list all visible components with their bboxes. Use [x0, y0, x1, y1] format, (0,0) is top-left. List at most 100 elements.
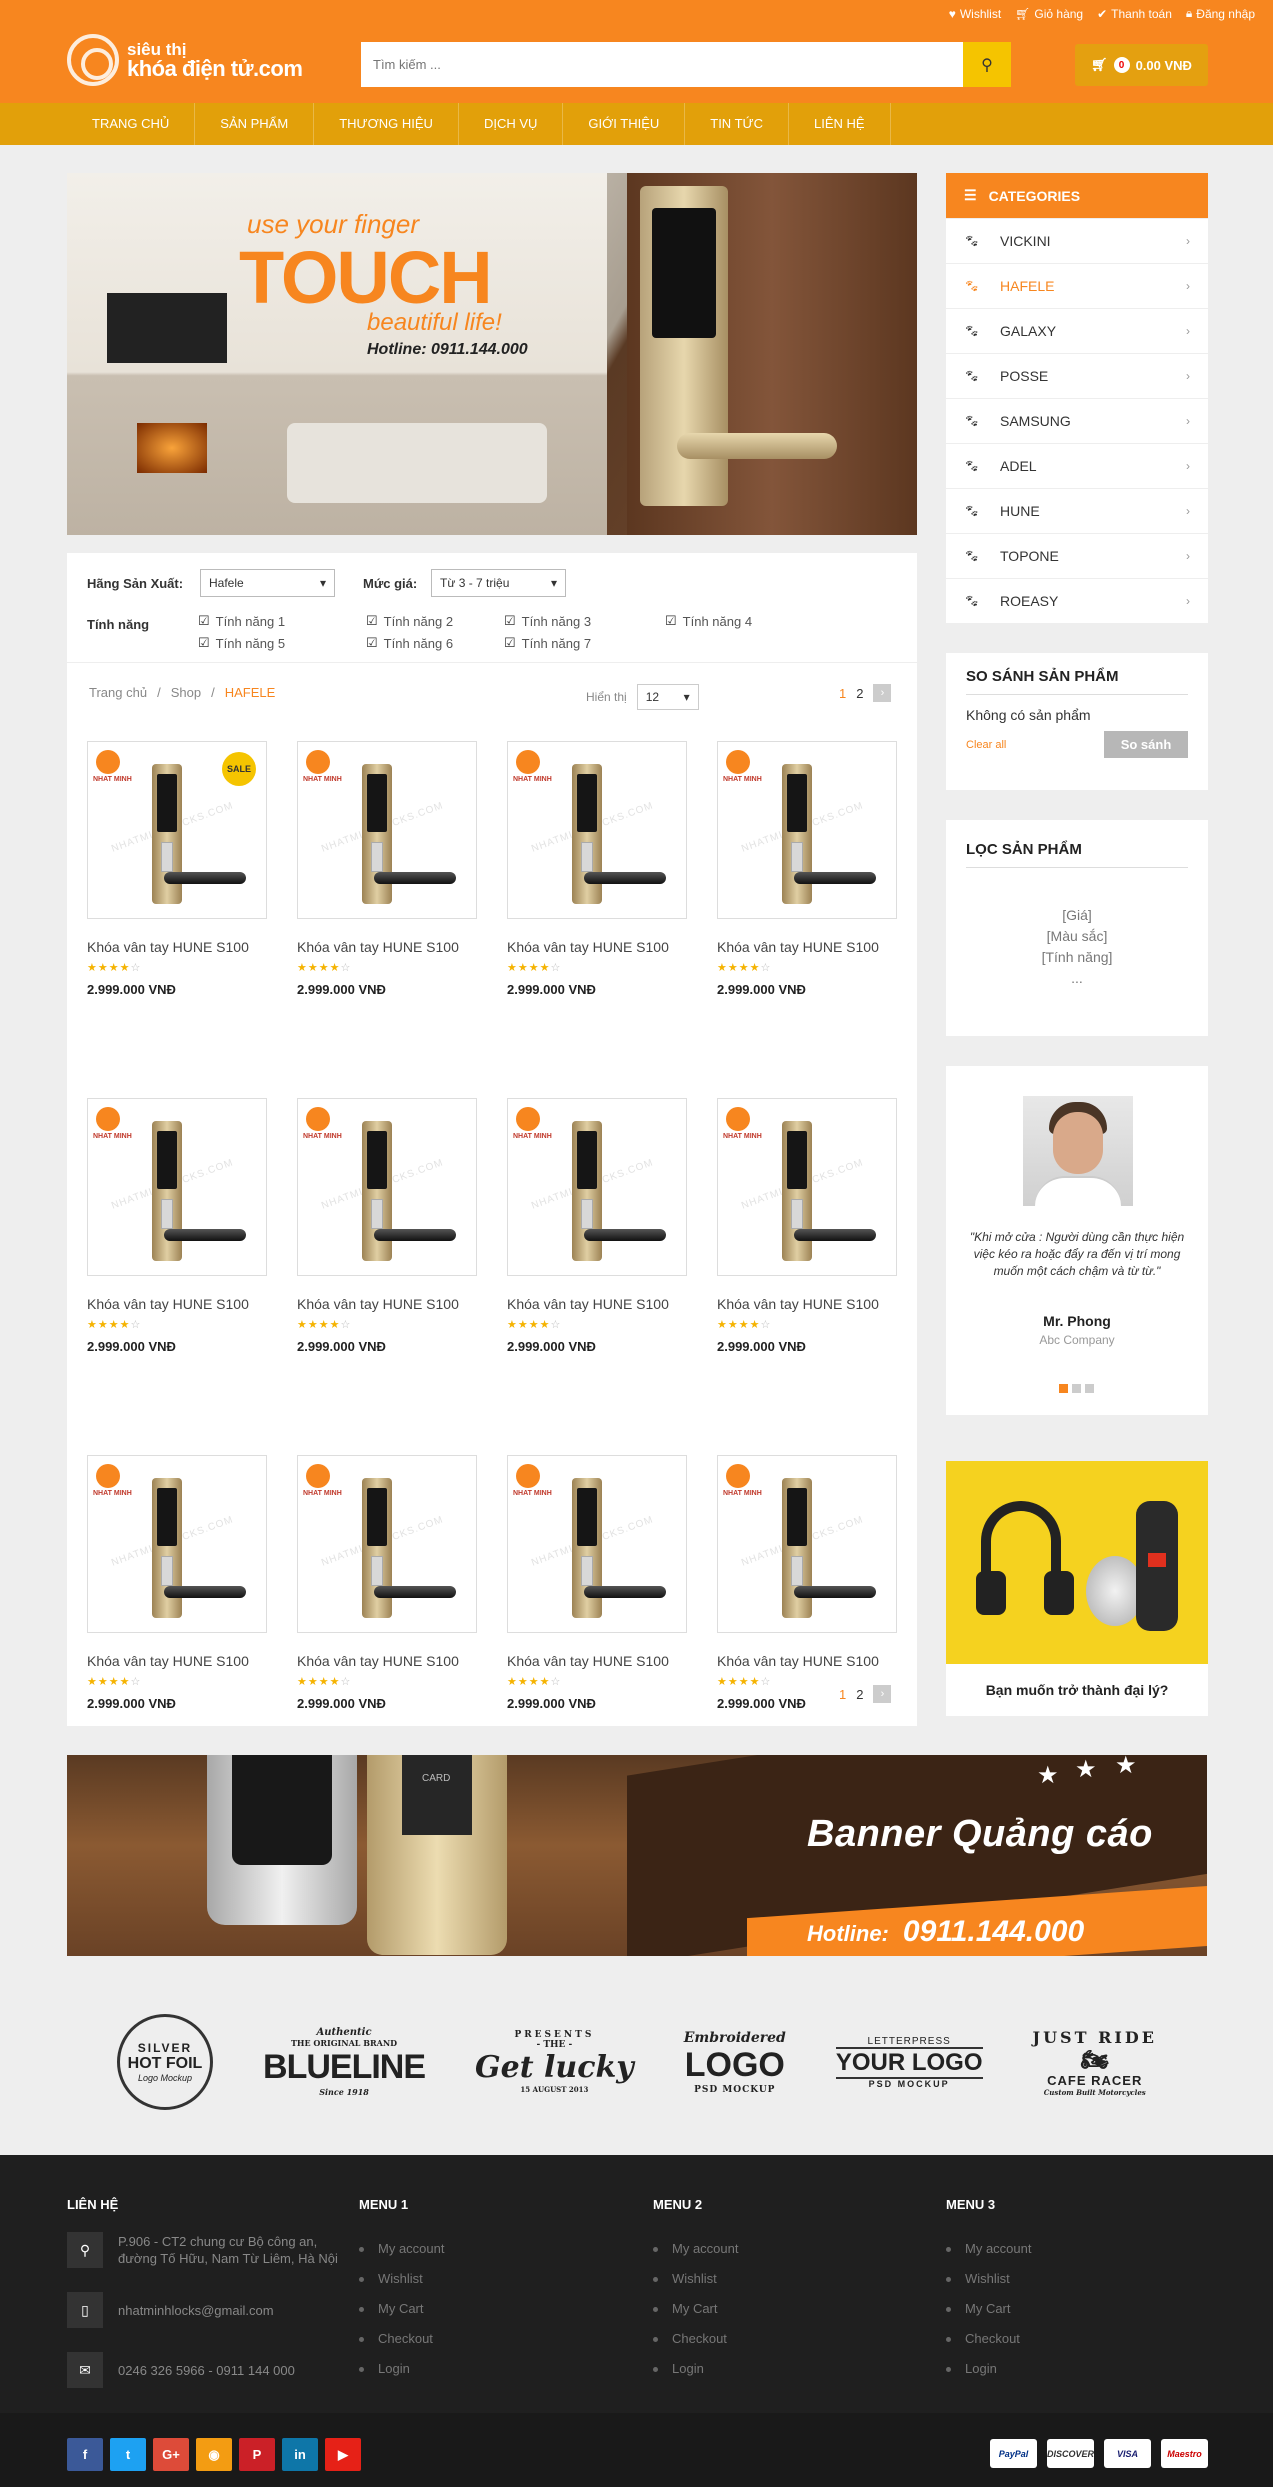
footer-link[interactable]: Checkout [946, 2324, 1031, 2354]
product-name[interactable]: Khóa vân tay HUNE S100 [507, 1296, 687, 1312]
nav-brands[interactable]: THƯƠNG HIỆU [314, 103, 459, 145]
product-name[interactable]: Khóa vân tay HUNE S100 [297, 939, 477, 955]
product-image[interactable]: NHAT MINHNHATMINHLOCKS.COM [87, 1455, 267, 1633]
product-image[interactable]: NHAT MINHNHATMINHLOCKS.COM [297, 1455, 477, 1633]
product-name[interactable]: Khóa vân tay HUNE S100 [717, 1296, 897, 1312]
brand-logo-letterpress[interactable]: LETTERPRESS YOUR LOGO PSD MOCKUP [835, 2036, 983, 2089]
product-image[interactable]: NHAT MINHNHATMINHLOCKS.COM [507, 741, 687, 919]
nav-contact[interactable]: LIÊN HỆ [789, 103, 891, 145]
product-card[interactable]: NHAT MINHNHATMINHLOCKS.COM Khóa vân tay H… [717, 1455, 897, 1711]
product-card[interactable]: NHAT MINHNHATMINHLOCKS.COM Khóa vân tay H… [717, 741, 897, 997]
page-2[interactable]: 2 [856, 686, 863, 701]
feature-checkbox-2[interactable]: ☑ Tính năng 2 [366, 613, 453, 629]
footer-link[interactable]: Login [946, 2354, 1031, 2384]
nav-services[interactable]: DỊCH VỤ [459, 103, 564, 145]
next-page-button[interactable]: › [873, 1685, 892, 1703]
nav-news[interactable]: TIN TỨC [685, 103, 789, 145]
nav-home[interactable]: TRANG CHỦ [67, 103, 196, 145]
product-image[interactable]: NHAT MINHNHATMINHLOCKS.COM [507, 1455, 687, 1633]
footer-link[interactable]: My account [946, 2234, 1031, 2264]
nav-about[interactable]: GIỚI THIỆU [563, 103, 686, 145]
rss-icon[interactable]: ◉ [196, 2438, 232, 2471]
filter-price[interactable]: [Giá] [946, 905, 1208, 926]
product-name[interactable]: Khóa vân tay HUNE S100 [87, 1296, 267, 1312]
product-name[interactable]: Khóa vân tay HUNE S100 [507, 939, 687, 955]
footer-link[interactable]: Login [653, 2354, 738, 2384]
product-name[interactable]: Khóa vân tay HUNE S100 [297, 1653, 477, 1669]
footer-link[interactable]: Checkout [653, 2324, 738, 2354]
feature-checkbox-3[interactable]: ☑ Tính năng 3 [504, 613, 591, 629]
footer-link[interactable]: My Cart [946, 2294, 1031, 2324]
brand-logo-cafe-racer[interactable]: JUST RIDE 🏍︎ CAFE RACER Custom Built Mot… [1033, 2028, 1157, 2097]
category-item[interactable]: 🐾︎ ADEL › [946, 443, 1208, 488]
category-item[interactable]: 🐾︎ ROEASY › [946, 578, 1208, 623]
checkout-link[interactable]: ✔ Thanh toán [1097, 6, 1172, 21]
category-item[interactable]: 🐾︎ POSSE › [946, 353, 1208, 398]
wishlist-link[interactable]: ♥ Wishlist [949, 6, 1001, 21]
carousel-dot[interactable] [1072, 1384, 1081, 1393]
page-1[interactable]: 1 [839, 686, 846, 701]
product-card[interactable]: NHAT MINHNHATMINHLOCKS.COMSALE Khóa vân t… [87, 741, 267, 997]
product-name[interactable]: Khóa vân tay HUNE S100 [507, 1653, 687, 1669]
next-page-button[interactable]: › [873, 684, 892, 702]
per-page-select[interactable]: 12 ▾ [636, 684, 699, 710]
feature-checkbox-6[interactable]: ☑ Tính năng 6 [366, 635, 453, 651]
feature-checkbox-5[interactable]: ☑ Tính năng 5 [198, 635, 285, 651]
youtube-icon[interactable]: ▶ [325, 2438, 361, 2471]
product-image[interactable]: NHAT MINHNHATMINHLOCKS.COM [717, 1098, 897, 1276]
footer-email[interactable]: nhatminhlocks@gmail.com [118, 2302, 274, 2319]
linkedin-icon[interactable]: in [282, 2438, 318, 2471]
product-image[interactable]: NHAT MINHNHATMINHLOCKS.COM [717, 741, 897, 919]
cart-button[interactable]: 🛒︎ 0 0.00 VNĐ [1075, 44, 1208, 86]
footer-link[interactable]: Wishlist [946, 2264, 1031, 2294]
brand-select[interactable]: Hafele ▾ [200, 569, 335, 597]
product-name[interactable]: Khóa vân tay HUNE S100 [717, 939, 897, 955]
google-plus-icon[interactable]: G+ [153, 2438, 189, 2471]
hero-banner[interactable]: use your finger TOUCH beautiful life! Ho… [67, 173, 917, 535]
footer-link[interactable]: Login [359, 2354, 444, 2384]
dealer-ad[interactable]: Bạn muốn trở thành đại lý? [946, 1461, 1208, 1716]
clear-all-link[interactable]: Clear all [966, 739, 1006, 751]
search-input[interactable] [361, 42, 963, 87]
brand-logo-embroidered[interactable]: Embroidered LOGO PSD MOCKUP [684, 2030, 786, 2095]
product-image[interactable]: NHAT MINHNHATMINHLOCKS.COM [717, 1455, 897, 1633]
brand-logo-hot-foil[interactable]: SILVER HOT FOIL Logo Mockup [117, 2014, 213, 2110]
product-card[interactable]: NHAT MINHNHATMINHLOCKS.COM Khóa vân tay H… [507, 741, 687, 997]
footer-link[interactable]: Wishlist [359, 2264, 444, 2294]
product-card[interactable]: NHAT MINHNHATMINHLOCKS.COM Khóa vân tay H… [297, 741, 477, 997]
filter-color[interactable]: [Màu sắc] [946, 926, 1208, 947]
product-card[interactable]: NHAT MINHNHATMINHLOCKS.COM Khóa vân tay H… [717, 1098, 897, 1354]
footer-link[interactable]: My Cart [653, 2294, 738, 2324]
footer-link[interactable]: My Cart [359, 2294, 444, 2324]
category-item[interactable]: 🐾︎ HAFELE › [946, 263, 1208, 308]
filter-feature[interactable]: [Tính năng] [946, 947, 1208, 968]
footer-link[interactable]: Checkout [359, 2324, 444, 2354]
product-card[interactable]: NHAT MINHNHATMINHLOCKS.COM Khóa vân tay H… [87, 1455, 267, 1711]
nav-products[interactable]: SẢN PHẨM [195, 103, 315, 145]
product-card[interactable]: NHAT MINHNHATMINHLOCKS.COM Khóa vân tay H… [297, 1455, 477, 1711]
product-card[interactable]: NHAT MINHNHATMINHLOCKS.COM Khóa vân tay H… [507, 1455, 687, 1711]
product-name[interactable]: Khóa vân tay HUNE S100 [717, 1653, 897, 1669]
brand-logo-get-lucky[interactable]: PRESENTS - THE - Get lucky 15 AUGUST 201… [475, 2030, 634, 2094]
login-link[interactable]: 🔒︎ Đăng nhập [1186, 6, 1255, 21]
product-card[interactable]: NHAT MINHNHATMINHLOCKS.COM Khóa vân tay H… [507, 1098, 687, 1354]
category-item[interactable]: 🐾︎ GALAXY › [946, 308, 1208, 353]
breadcrumb-home[interactable]: Trang chủ [89, 685, 147, 700]
brand-logo-blueline[interactable]: Authentic THE ORIGINAL BRAND BLUELINE Si… [263, 2027, 426, 2097]
footer-link[interactable]: My account [359, 2234, 444, 2264]
price-select[interactable]: Từ 3 - 7 triệu ▾ [431, 569, 566, 597]
product-image[interactable]: NHAT MINHNHATMINHLOCKS.COM [297, 741, 477, 919]
product-name[interactable]: Khóa vân tay HUNE S100 [297, 1296, 477, 1312]
pinterest-icon[interactable]: P [239, 2438, 275, 2471]
feature-checkbox-4[interactable]: ☑ Tính năng 4 [665, 613, 752, 629]
category-item[interactable]: 🐾︎ HUNE › [946, 488, 1208, 533]
twitter-icon[interactable]: t [110, 2438, 146, 2471]
product-card[interactable]: NHAT MINHNHATMINHLOCKS.COM Khóa vân tay H… [297, 1098, 477, 1354]
feature-checkbox-7[interactable]: ☑ Tính năng 7 [504, 635, 591, 651]
page-1[interactable]: 1 [839, 1687, 846, 1702]
footer-link[interactable]: Wishlist [653, 2264, 738, 2294]
breadcrumb-shop[interactable]: Shop [171, 685, 201, 700]
product-name[interactable]: Khóa vân tay HUNE S100 [87, 939, 267, 955]
search-button[interactable]: ⚲ [963, 42, 1011, 87]
footer-link[interactable]: My account [653, 2234, 738, 2264]
